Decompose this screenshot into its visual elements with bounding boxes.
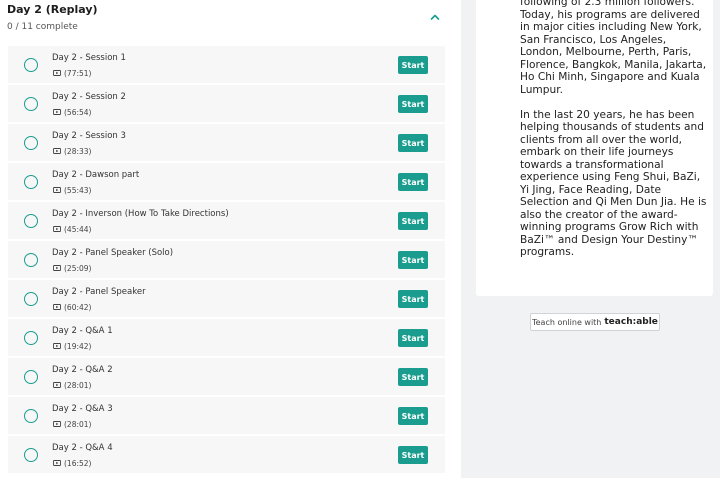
curriculum-panel: Day 2 (Replay) 0 / 11 complete Day 2 - S…: [0, 0, 461, 478]
section-title: Day 2 (Replay): [7, 3, 98, 16]
sidebar: following of 2.3 million followers. Toda…: [461, 0, 720, 478]
lecture-title: Day 2 - Q&A 1: [52, 326, 113, 336]
lecture-duration: (16:52): [64, 458, 92, 468]
lecture-title: Day 2 - Q&A 4: [52, 443, 113, 453]
lecture-duration: (77:51): [64, 68, 92, 78]
lecture-title: Day 2 - Panel Speaker: [52, 287, 146, 297]
teach-online-label: Teach online with: [532, 317, 602, 327]
lecture-title: Day 2 - Dawson part: [52, 170, 140, 180]
section-progress: 0 / 11 complete: [7, 22, 78, 32]
lecture-item[interactable]: Day 2 - Session 3 (28:33) Start: [8, 124, 445, 161]
lecture-duration: (28:01): [64, 419, 92, 429]
lecture-title: Day 2 - Inverson (How To Take Directions…: [52, 209, 229, 219]
lecture-item[interactable]: Day 2 - Panel Speaker (Solo) (25:09) Start: [8, 241, 445, 278]
lecture-meta: (55:43): [53, 185, 91, 195]
video-icon: [53, 147, 61, 154]
lecture-title: Day 2 - Session 1: [52, 53, 126, 63]
bio-paragraph: In the last 20 years, he has been helpin…: [520, 108, 707, 259]
lecture-duration: (55:43): [64, 185, 92, 195]
start-button[interactable]: Start: [398, 446, 428, 464]
video-icon: [53, 186, 61, 193]
lecture-title: Day 2 - Session 3: [52, 131, 126, 141]
lecture-meta: (77:51): [53, 68, 91, 78]
lecture-duration: (28:33): [64, 146, 92, 156]
lecture-item[interactable]: Day 2 - Session 2 (56:54) Start: [8, 85, 445, 122]
start-button[interactable]: Start: [398, 407, 428, 425]
incomplete-circle-icon: [24, 331, 38, 345]
video-icon: [53, 108, 61, 115]
video-icon: [53, 381, 61, 388]
lecture-duration: (25:09): [64, 263, 92, 273]
lecture-item[interactable]: Day 2 - Session 1 (77:51) Start: [8, 46, 445, 83]
lecture-meta: (25:09): [53, 263, 91, 273]
lecture-meta: (28:33): [53, 146, 91, 156]
lecture-item[interactable]: Day 2 - Q&A 4 (16:52) Start: [8, 436, 445, 473]
lecture-meta: (28:01): [53, 419, 91, 429]
video-icon: [53, 303, 61, 310]
incomplete-circle-icon: [24, 292, 38, 306]
lecture-item[interactable]: Day 2 - Q&A 3 (28:01) Start: [8, 397, 445, 434]
lecture-meta: (45:44): [53, 224, 91, 234]
start-button[interactable]: Start: [398, 329, 428, 347]
lecture-title: Day 2 - Panel Speaker (Solo): [52, 248, 174, 258]
lecture-item[interactable]: Day 2 - Q&A 1 (19:42) Start: [8, 319, 445, 356]
incomplete-circle-icon: [24, 136, 38, 150]
lecture-duration: (60:42): [64, 302, 92, 312]
lecture-title: Day 2 - Session 2: [52, 92, 126, 102]
lecture-meta: (60:42): [53, 302, 91, 312]
lecture-item[interactable]: Day 2 - Q&A 2 (28:01) Start: [8, 358, 445, 395]
lecture-title: Day 2 - Q&A 3: [52, 404, 113, 414]
lecture-item[interactable]: Day 2 - Panel Speaker (60:42) Start: [8, 280, 445, 317]
video-icon: [53, 342, 61, 349]
incomplete-circle-icon: [24, 97, 38, 111]
lecture-item[interactable]: Day 2 - Dawson part (55:43) Start: [8, 163, 445, 200]
lecture-list: Day 2 - Session 1 (77:51) Start Day 2 - Ses…: [8, 46, 445, 475]
author-bio: following of 2.3 million followers. Toda…: [520, 0, 710, 271]
teachable-badge[interactable]: Teach online with teach:able: [530, 313, 660, 331]
video-icon: [53, 420, 61, 427]
lecture-duration: (28:01): [64, 380, 92, 390]
lecture-meta: (28:01): [53, 380, 91, 390]
section-header[interactable]: Day 2 (Replay) 0 / 11 complete: [0, 0, 461, 44]
incomplete-circle-icon: [24, 58, 38, 72]
lecture-item[interactable]: Day 2 - Inverson (How To Take Directions…: [8, 202, 445, 239]
video-icon: [53, 264, 61, 271]
lecture-duration: (45:44): [64, 224, 92, 234]
start-button[interactable]: Start: [398, 56, 428, 74]
incomplete-circle-icon: [24, 409, 38, 423]
incomplete-circle-icon: [24, 448, 38, 462]
incomplete-circle-icon: [24, 175, 38, 189]
author-bio-card: following of 2.3 million followers. Toda…: [476, 0, 713, 296]
bio-paragraph: following of 2.3 million followers. Toda…: [520, 0, 707, 96]
video-icon: [53, 459, 61, 466]
incomplete-circle-icon: [24, 214, 38, 228]
lecture-meta: (19:42): [53, 341, 91, 351]
lecture-meta: (56:54): [53, 107, 91, 117]
chevron-up-icon[interactable]: [429, 11, 441, 23]
lecture-duration: (56:54): [64, 107, 92, 117]
video-icon: [53, 69, 61, 76]
lecture-duration: (19:42): [64, 341, 92, 351]
start-button[interactable]: Start: [398, 95, 428, 113]
incomplete-circle-icon: [24, 370, 38, 384]
start-button[interactable]: Start: [398, 134, 428, 152]
start-button[interactable]: Start: [398, 251, 428, 269]
teachable-logo: teach:able: [604, 317, 658, 327]
start-button[interactable]: Start: [398, 290, 428, 308]
lecture-title: Day 2 - Q&A 2: [52, 365, 113, 375]
video-icon: [53, 225, 61, 232]
start-button[interactable]: Start: [398, 173, 428, 191]
start-button[interactable]: Start: [398, 368, 428, 386]
start-button[interactable]: Start: [398, 212, 428, 230]
incomplete-circle-icon: [24, 253, 38, 267]
lecture-meta: (16:52): [53, 458, 91, 468]
